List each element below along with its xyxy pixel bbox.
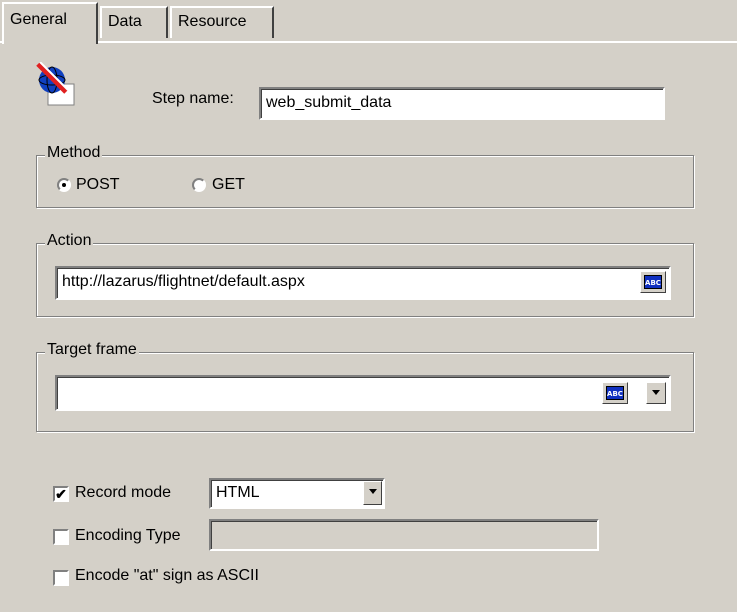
encode-at-label[interactable]: Encode "at" sign as ASCII [75, 567, 259, 585]
check-mark-icon: ✔ [55, 486, 67, 502]
method-post-label[interactable]: POST [76, 176, 120, 194]
record-mode-value: HTML [216, 484, 260, 501]
target-frame-abc-button[interactable]: ABC [602, 382, 628, 404]
action-abc-button[interactable]: ABC [640, 271, 666, 293]
action-legend: Action [45, 232, 94, 250]
tab-resource[interactable]: Resource [170, 6, 274, 38]
target-frame-legend: Target frame [45, 341, 139, 359]
record-mode-label[interactable]: Record mode [75, 484, 171, 502]
tab-general-label: General [10, 11, 67, 28]
step-name-label: Step name: [152, 90, 234, 107]
target-frame-dropdown-button[interactable] [646, 382, 666, 404]
encoding-type-input[interactable] [209, 519, 599, 551]
abc-icon: ABC [606, 386, 624, 400]
method-group [36, 155, 694, 208]
tab-data-label: Data [108, 13, 142, 30]
action-input[interactable]: http://lazarus/flightnet/default.aspx [55, 266, 671, 300]
tab-panel-border [0, 41, 737, 43]
record-mode-dropdown-button[interactable] [363, 481, 382, 505]
encode-at-checkbox[interactable] [53, 570, 69, 586]
encoding-type-checkbox[interactable] [53, 529, 69, 545]
method-post-radio[interactable] [57, 178, 71, 192]
action-input-value: http://lazarus/flightnet/default.aspx [62, 273, 305, 290]
encoding-type-label[interactable]: Encoding Type [75, 527, 181, 545]
step-name-input[interactable]: web_submit_data [259, 87, 665, 120]
method-get-label[interactable]: GET [212, 176, 245, 194]
method-legend: Method [45, 144, 103, 162]
abc-icon: ABC [644, 275, 662, 289]
target-frame-input[interactable] [55, 375, 671, 411]
tab-data[interactable]: Data [100, 6, 168, 38]
tab-strip: General Data Resource [0, 0, 737, 44]
tab-general[interactable]: General [2, 2, 98, 44]
record-mode-checkbox[interactable]: ✔ [53, 486, 69, 502]
tab-resource-label: Resource [178, 13, 247, 30]
web-step-icon [36, 61, 76, 106]
record-mode-select[interactable]: HTML [209, 478, 385, 509]
method-get-radio[interactable] [192, 178, 206, 192]
